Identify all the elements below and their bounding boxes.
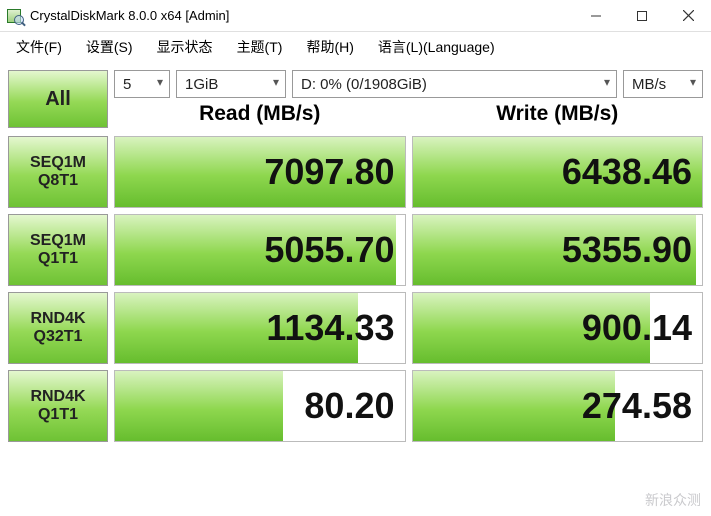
test-button[interactable]: RND4KQ32T1 <box>8 292 108 364</box>
test-name-line2: Q32T1 <box>34 328 83 346</box>
menu-file[interactable]: 文件(F) <box>6 33 72 61</box>
window-controls <box>573 0 711 32</box>
write-value-cell: 5355.90 <box>412 214 704 286</box>
test-name-line2: Q1T1 <box>38 250 78 268</box>
read-value: 5055.70 <box>264 229 394 271</box>
menu-help[interactable]: 帮助(H) <box>296 33 363 61</box>
app-icon <box>6 7 24 25</box>
menu-language[interactable]: 语言(L)(Language) <box>368 33 505 61</box>
minimize-button[interactable] <box>573 0 619 32</box>
test-button[interactable]: SEQ1MQ1T1 <box>8 214 108 286</box>
test-name-line1: RND4K <box>30 388 85 406</box>
write-value: 6438.46 <box>562 151 692 193</box>
maximize-button[interactable] <box>619 0 665 32</box>
read-value-cell: 80.20 <box>114 370 406 442</box>
title-bar: CrystalDiskMark 8.0.0 x64 [Admin] <box>0 0 711 32</box>
menu-bar: 文件(F) 设置(S) 显示状态 主题(T) 帮助(H) 语言(L)(Langu… <box>0 32 711 62</box>
size-select[interactable]: 1GiB <box>176 70 286 98</box>
close-button[interactable] <box>665 0 711 32</box>
test-name-line2: Q8T1 <box>38 172 78 190</box>
menu-theme[interactable]: 主题(T) <box>227 33 293 61</box>
read-value-cell: 1134.33 <box>114 292 406 364</box>
test-name-line2: Q1T1 <box>38 406 78 424</box>
result-row: RND4KQ1T1 80.20 274.58 <box>8 370 703 442</box>
write-value-cell: 274.58 <box>412 370 704 442</box>
loops-select[interactable]: 5 <box>114 70 170 98</box>
result-row: RND4KQ32T1 1134.33 900.14 <box>8 292 703 364</box>
result-row: SEQ1MQ8T1 7097.80 6438.46 <box>8 136 703 208</box>
test-name-line1: RND4K <box>30 310 85 328</box>
drive-select[interactable]: D: 0% (0/1908GiB) <box>292 70 617 98</box>
read-value: 80.20 <box>304 385 394 427</box>
controls-row: All 5 1GiB D: 0% (0/1908GiB) MB/s Read (… <box>0 62 711 136</box>
run-all-button[interactable]: All <box>8 70 108 128</box>
read-value: 7097.80 <box>264 151 394 193</box>
menu-settings[interactable]: 设置(S) <box>76 33 143 61</box>
test-name-line1: SEQ1M <box>30 232 86 250</box>
write-value: 900.14 <box>582 307 692 349</box>
header-read: Read (MB/s) <box>114 98 406 132</box>
read-value-cell: 7097.80 <box>114 136 406 208</box>
menu-profile[interactable]: 显示状态 <box>147 33 223 61</box>
write-value-cell: 900.14 <box>412 292 704 364</box>
write-value: 274.58 <box>582 385 692 427</box>
result-row: SEQ1MQ1T1 5055.70 5355.90 <box>8 214 703 286</box>
read-value: 1134.33 <box>266 307 394 349</box>
header-write: Write (MB/s) <box>412 98 704 132</box>
watermark: 新浪众测 <box>645 490 701 510</box>
read-value-cell: 5055.70 <box>114 214 406 286</box>
test-name-line1: SEQ1M <box>30 154 86 172</box>
write-value-cell: 6438.46 <box>412 136 704 208</box>
results-grid: SEQ1MQ8T17097.806438.46SEQ1MQ1T15055.705… <box>0 136 711 450</box>
test-button[interactable]: SEQ1MQ8T1 <box>8 136 108 208</box>
window-title: CrystalDiskMark 8.0.0 x64 [Admin] <box>30 8 229 23</box>
write-value: 5355.90 <box>562 229 692 271</box>
test-button[interactable]: RND4KQ1T1 <box>8 370 108 442</box>
unit-select[interactable]: MB/s <box>623 70 703 98</box>
